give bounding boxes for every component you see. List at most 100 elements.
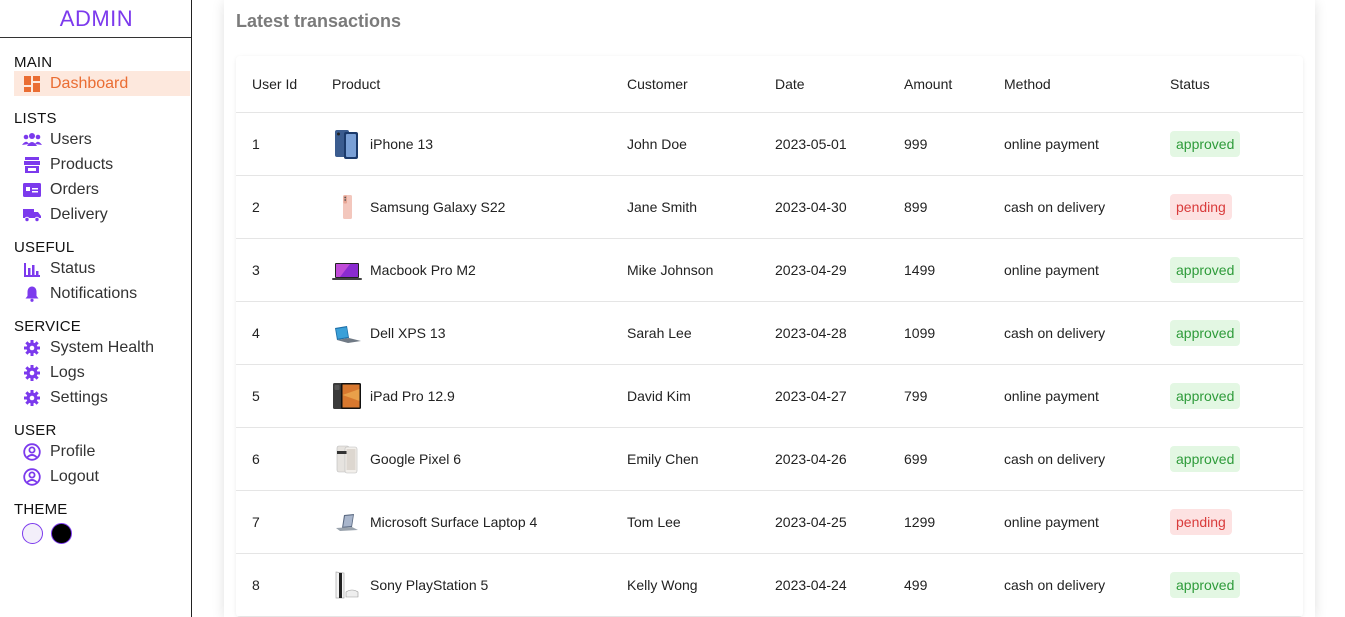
surface-image (332, 507, 362, 537)
sidebar-item-dashboard[interactable]: Dashboard (14, 71, 190, 96)
column-header[interactable]: User Id (236, 56, 332, 113)
column-header[interactable]: Date (775, 56, 904, 113)
dashboard-icon (22, 74, 42, 94)
table-row[interactable]: 3 Macbook Pro M2 Mike Johnson 2023-04-29… (236, 238, 1303, 302)
cell-user-id: 4 (236, 301, 332, 365)
cell-customer: John Doe (627, 112, 775, 176)
sidebar-item-logs[interactable]: Logs (14, 360, 190, 385)
cell-user-id: 1 (236, 112, 332, 176)
transactions-table: User Id Product Customer Date Amount Met… (236, 56, 1303, 617)
cell-status: approved (1170, 364, 1303, 428)
cell-date: 2023-04-30 (775, 175, 904, 239)
cell-date: 2023-04-28 (775, 301, 904, 365)
theme-options (14, 523, 191, 544)
sidebar-item-orders[interactable]: Orders (14, 177, 190, 202)
sidebar-item-label: Status (50, 259, 96, 277)
table-row[interactable]: 2 Samsung Galaxy S22 Jane Smith 2023-04-… (236, 175, 1303, 239)
product-name: iPad Pro 12.9 (370, 387, 455, 404)
sidebar-item-system-health[interactable]: System Health (14, 335, 190, 360)
cell-user-id: 3 (236, 238, 332, 302)
sidebar-item-products[interactable]: Products (14, 152, 190, 177)
product-name: Macbook Pro M2 (370, 261, 476, 278)
cell-date: 2023-04-25 (775, 490, 904, 554)
theme-dark-swatch[interactable] (51, 523, 72, 544)
ipad-image (332, 381, 362, 411)
gear-icon (22, 388, 42, 408)
cell-amount: 499 (904, 553, 1004, 617)
cell-product: Dell XPS 13 (332, 301, 627, 365)
cell-status: approved (1170, 238, 1303, 302)
sidebar-item-label: Dashboard (50, 74, 129, 92)
section-title-useful: USEFUL (14, 239, 75, 256)
sidebar-item-users[interactable]: Users (14, 127, 190, 152)
section-title-main: MAIN (14, 54, 53, 71)
column-header[interactable]: Status (1170, 56, 1303, 113)
theme-light-swatch[interactable] (22, 523, 43, 544)
cell-date: 2023-04-24 (775, 553, 904, 617)
cell-date: 2023-04-29 (775, 238, 904, 302)
column-header[interactable]: Customer (627, 56, 775, 113)
macbook-image (332, 255, 362, 285)
cell-amount: 799 (904, 364, 1004, 428)
section-title-theme: THEME (14, 501, 68, 518)
sidebar-item-settings[interactable]: Settings (14, 385, 190, 410)
store-icon (22, 155, 42, 175)
cell-method: cash on delivery (1004, 301, 1170, 365)
product-name: Samsung Galaxy S22 (370, 198, 506, 215)
sidebar-item-label: System Health (50, 338, 155, 356)
table-row[interactable]: 5 iPad Pro 12.9 David Kim 2023-04-27 799… (236, 364, 1303, 428)
table-row[interactable]: 4 Dell XPS 13 Sarah Lee 2023-04-28 1099 … (236, 301, 1303, 365)
cell-status: approved (1170, 427, 1303, 491)
status-badge: approved (1170, 319, 1241, 346)
sidebar-item-label: Settings (50, 388, 108, 406)
status-badge: approved (1170, 382, 1241, 409)
cell-method: online payment (1004, 490, 1170, 554)
table-row[interactable]: 8 Sony PlayStation 5 Kelly Wong 2023-04-… (236, 553, 1303, 617)
column-header[interactable]: Product (332, 56, 627, 113)
cell-customer: Emily Chen (627, 427, 775, 491)
section-title-user: USER (14, 422, 57, 439)
cell-customer: David Kim (627, 364, 775, 428)
cell-amount: 899 (904, 175, 1004, 239)
sidebar-item-profile[interactable]: Profile (14, 439, 190, 464)
cell-user-id: 6 (236, 427, 332, 491)
page-title: Latest transactions (236, 11, 402, 31)
status-badge: approved (1170, 571, 1241, 598)
cell-amount: 699 (904, 427, 1004, 491)
cell-amount: 1099 (904, 301, 1004, 365)
iphone-image (332, 129, 362, 159)
user-circle-icon (22, 467, 42, 487)
cell-date: 2023-04-26 (775, 427, 904, 491)
transactions-table-container: User Id Product Customer Date Amount Met… (236, 56, 1303, 617)
status-badge: pending (1170, 193, 1232, 220)
cell-user-id: 8 (236, 553, 332, 617)
cell-status: approved (1170, 301, 1303, 365)
sidebar-item-delivery[interactable]: Delivery (14, 202, 190, 227)
credit-card-icon (22, 180, 42, 200)
sidebar-item-label: Delivery (50, 205, 108, 223)
table-row[interactable]: 7 Microsoft Surface Laptop 4 Tom Lee 202… (236, 490, 1303, 554)
section-title-service: SERVICE (14, 318, 81, 335)
logo-bar: ADMIN (0, 0, 191, 38)
cell-customer: Mike Johnson (627, 238, 775, 302)
column-header[interactable]: Method (1004, 56, 1170, 113)
sidebar-item-logout[interactable]: Logout (14, 464, 190, 489)
cell-date: 2023-04-27 (775, 364, 904, 428)
cell-product: iPhone 13 (332, 112, 627, 176)
cell-customer: Sarah Lee (627, 301, 775, 365)
table-row[interactable]: 1 iPhone 13 John Doe 2023-05-01 999 onli… (236, 112, 1303, 176)
sidebar-item-label: Profile (50, 442, 96, 460)
sidebar: ADMIN MAIN Dashboard LISTS Users Product… (0, 0, 192, 617)
cell-product: Samsung Galaxy S22 (332, 175, 627, 239)
product-name: Google Pixel 6 (370, 450, 462, 467)
cell-user-id: 7 (236, 490, 332, 554)
table-row[interactable]: 6 Google Pixel 6 Emily Chen 2023-04-26 6… (236, 427, 1303, 491)
sidebar-item-status[interactable]: Status (14, 256, 190, 281)
cell-product: iPad Pro 12.9 (332, 364, 627, 428)
cell-product: Google Pixel 6 (332, 427, 627, 491)
cell-customer: Kelly Wong (627, 553, 775, 617)
bell-icon (22, 284, 42, 304)
column-header[interactable]: Amount (904, 56, 1004, 113)
logo[interactable]: ADMIN (58, 6, 133, 32)
sidebar-item-notifications[interactable]: Notifications (14, 281, 190, 306)
